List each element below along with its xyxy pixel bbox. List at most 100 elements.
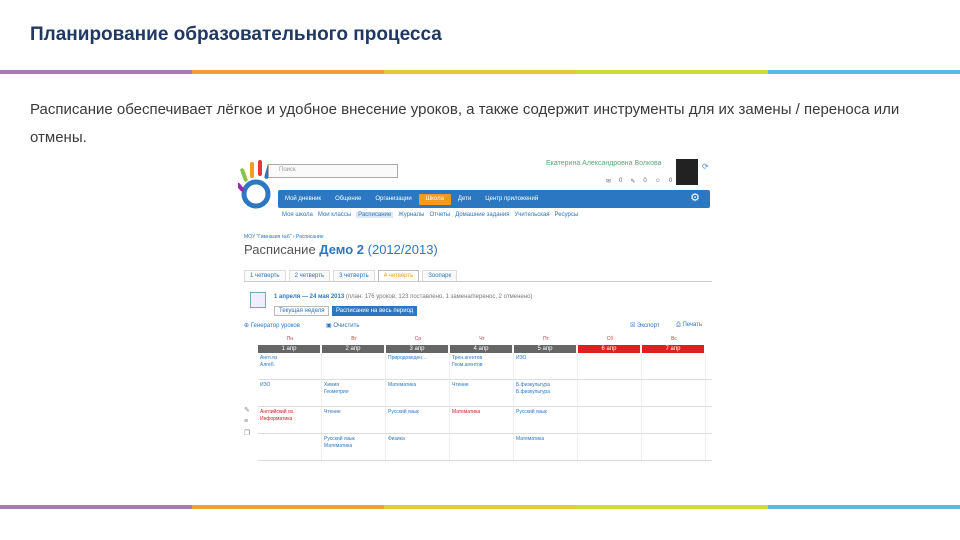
lesson-cell[interactable] (642, 380, 706, 406)
tab-quarter-2[interactable]: 2 четверть (288, 270, 331, 281)
lesson-cell[interactable]: Б.физкультура Б.физкультура (514, 380, 578, 406)
date-header[interactable]: 1 апр (258, 345, 320, 353)
tab-quarter-4[interactable]: 4 четверть (377, 270, 420, 281)
sub-nav: Моя школа Мои классы Расписание Журналы … (282, 212, 578, 218)
friends-icon[interactable]: ☺ (655, 178, 661, 185)
day-header: Пн (286, 336, 294, 342)
subnav-reports[interactable]: Отчеты (429, 212, 450, 218)
lesson-cell[interactable]: Природоведен... (386, 353, 450, 379)
lesson-cell[interactable]: Химия Геометрия (322, 380, 386, 406)
date-header[interactable]: 3 апр (386, 345, 448, 353)
lesson-cell[interactable]: Английский яз. Информатика (258, 407, 322, 433)
clear-button[interactable]: ▣ Очистить (326, 322, 359, 329)
export-button[interactable]: ☒ Экспорт (630, 322, 660, 329)
whole-period-button[interactable]: Расписание на весь период (332, 306, 418, 316)
mail-icon[interactable]: ✉ (606, 178, 611, 185)
page-title-prefix: Расписание (244, 242, 316, 257)
subnav-schedule[interactable]: Расписание (356, 212, 394, 218)
export-label: Экспорт (637, 323, 660, 329)
schedule-grid: Пн Вт Ср Чт Пт Сб Вс 1 апр 2 апр 3 апр 4 апр 5 апр… (244, 336, 712, 461)
stripe-segment (768, 505, 960, 509)
calendar-icon[interactable] (250, 292, 266, 308)
lesson-cell[interactable]: Математика (450, 407, 514, 433)
stripe-segment (384, 505, 576, 509)
current-week-button[interactable]: Текущая неделя (274, 306, 330, 316)
stripe-segment (0, 70, 192, 74)
slide-description: Расписание обеспечивает лёгкое и удобное… (30, 101, 900, 146)
lesson-row: ИЗО Химия Геометрия Математика Чтение Б.физк… (258, 380, 712, 407)
color-stripe-top (0, 70, 960, 74)
lesson-cell[interactable] (322, 353, 386, 379)
week-range-stats: (план: 176 уроков, 123 поставлено, 1 зам… (345, 294, 533, 300)
subnav-teachers-room[interactable]: Учительская (514, 212, 549, 218)
lesson-cell[interactable] (578, 407, 642, 433)
day-header: Чт (479, 336, 485, 342)
lesson-cell[interactable]: ИЗО (514, 353, 578, 379)
list-icon[interactable]: ≡ (244, 418, 250, 425)
lesson-cell[interactable]: Русский язык (514, 407, 578, 433)
lesson-cell[interactable] (258, 434, 322, 460)
lesson-cell[interactable]: ИЗО (258, 380, 322, 406)
page-title: Расписание Демо 2 (2012/2013) (244, 242, 438, 257)
nav-item-communication[interactable]: Общение (328, 190, 368, 208)
search-input[interactable]: Поиск (268, 164, 398, 178)
lesson-cell[interactable]: Чтение (450, 380, 514, 406)
date-header[interactable]: 4 апр (450, 345, 512, 353)
nav-item-organizations[interactable]: Организации (368, 190, 418, 208)
breadcrumb[interactable]: МОУ "Гимназия №6" › Расписание (244, 234, 324, 240)
app-screenshot: Поиск Екатерина Александровна Волкова ✉ 0… (236, 158, 714, 484)
subnav-resources[interactable]: Ресурсы (555, 212, 579, 218)
lesson-cell[interactable]: Русский язык Математика (322, 434, 386, 460)
date-header[interactable]: 2 апр (322, 345, 384, 353)
nav-item-diary[interactable]: Мой дневник (278, 190, 328, 208)
subnav-my-school[interactable]: Моя школа (282, 212, 313, 218)
lesson-cell[interactable] (578, 353, 642, 379)
chat-icon[interactable]: ✎ (630, 178, 635, 185)
lesson-cell[interactable] (642, 353, 706, 379)
tab-zoo[interactable]: Зоопарк (422, 270, 458, 281)
nav-item-school[interactable]: Школа (418, 193, 451, 205)
date-header[interactable]: 7 апр (642, 345, 704, 353)
lesson-cell[interactable] (578, 434, 642, 460)
user-name-link[interactable]: Екатерина Александровна Волкова (546, 160, 662, 167)
nav-item-children[interactable]: Дети (451, 190, 478, 208)
stripe-segment (384, 70, 576, 74)
refresh-icon[interactable]: ⟳ (702, 162, 709, 171)
page-title-year: (2012/2013) (367, 242, 438, 257)
lesson-cell[interactable]: Физика (386, 434, 450, 460)
day-header: Вт (351, 336, 357, 342)
tab-quarter-1[interactable]: 1 четверть (244, 270, 286, 281)
avatar[interactable] (676, 159, 698, 185)
generator-button[interactable]: ⊕ Генератор уроков (244, 322, 300, 329)
lesson-cell[interactable]: Математика (514, 434, 578, 460)
lesson-cell[interactable]: Математика (386, 380, 450, 406)
date-header[interactable]: 6 апр (578, 345, 640, 353)
tab-quarter-3[interactable]: 3 четверть (333, 270, 375, 281)
day-header: Сб (606, 336, 614, 342)
subnav-my-classes[interactable]: Мои классы (318, 212, 351, 218)
copy-icon[interactable]: ❐ (244, 429, 250, 437)
lesson-cell[interactable]: Русский язык (386, 407, 450, 433)
day-header: Пт (543, 336, 549, 342)
stripe-segment (0, 505, 192, 509)
subnav-homework[interactable]: Домашние задания (455, 212, 509, 218)
clear-label: Очистить (333, 323, 360, 329)
lesson-cell[interactable] (450, 434, 514, 460)
pencil-icon[interactable]: ✎ (244, 406, 250, 414)
nav-item-apps[interactable]: Центр приложений (478, 190, 545, 208)
lesson-cell[interactable]: Чтение (322, 407, 386, 433)
mail-count: 0 (619, 178, 623, 184)
week-range-dates: 1 апреля — 24 мая 2013 (274, 294, 345, 300)
lesson-cell[interactable] (578, 380, 642, 406)
lesson-row: Русский язык Математика Физика Математика (258, 434, 712, 461)
lesson-cell[interactable]: Трен.агентов Геом.агентов (450, 353, 514, 379)
lesson-cell[interactable]: Англ.яз Алгеб. (258, 353, 322, 379)
stripe-segment (576, 70, 768, 74)
print-button[interactable]: ⎙ Печать (676, 322, 702, 329)
lesson-cell[interactable] (642, 407, 706, 433)
dates-header: 1 апр 2 апр 3 апр 4 апр 5 апр 6 апр 7 апр (258, 345, 712, 353)
lesson-cell[interactable] (642, 434, 706, 460)
gear-icon[interactable]: ⚙ (690, 193, 700, 204)
date-header[interactable]: 5 апр (514, 345, 576, 353)
subnav-journals[interactable]: Журналы (398, 212, 424, 218)
